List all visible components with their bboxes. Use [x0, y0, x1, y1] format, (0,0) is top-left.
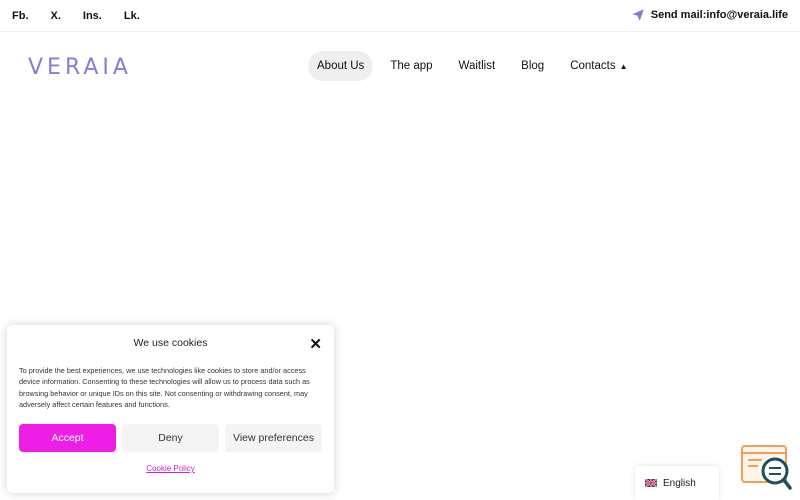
search-widget[interactable] [740, 444, 792, 492]
send-mail-link[interactable]: Send mail:info@veraia.life [631, 8, 788, 22]
language-label: English [663, 477, 696, 489]
deny-button[interactable]: Deny [122, 424, 219, 452]
social-link-x[interactable]: X. [51, 10, 61, 22]
paper-plane-icon [631, 9, 644, 21]
social-link-facebook[interactable]: Fb. [12, 10, 29, 22]
language-switcher[interactable]: English [635, 466, 719, 500]
uk-flag-icon [645, 479, 657, 487]
nav-item-waitlist[interactable]: Waitlist [450, 51, 505, 81]
cookie-buttons: Accept Deny View preferences [19, 424, 322, 452]
main-nav: About Us The app Waitlist Blog Contacts ▲ [308, 51, 645, 81]
cookie-description: To provide the best experiences, we use … [19, 366, 310, 409]
top-bar: Fb. X. Ins. Lk. Send mail:info@veraia.li… [0, 0, 800, 32]
nav-item-the-app[interactable]: The app [381, 51, 441, 81]
cookie-policy-link[interactable]: Cookie Policy [7, 464, 334, 473]
magnifier-document-icon [741, 445, 792, 490]
nav-item-blog[interactable]: Blog [512, 51, 553, 81]
social-link-instagram[interactable]: Ins. [83, 10, 102, 22]
social-links: Fb. X. Ins. Lk. [12, 10, 162, 22]
cookie-title: We use cookies [133, 337, 208, 349]
cookie-consent-dialog: We use cookies ✕ To provide the best exp… [7, 325, 334, 493]
close-icon[interactable]: ✕ [309, 335, 322, 353]
caret-up-icon: ▲ [619, 62, 628, 71]
social-link-linkedin[interactable]: Lk. [124, 10, 140, 22]
site-logo[interactable]: VERAIA [28, 55, 132, 80]
nav-item-contacts-label: Contacts [570, 60, 616, 72]
send-mail-label: Send mail:info@veraia.life [650, 9, 788, 21]
site-header: VERAIA About Us The app Waitlist Blog Co… [0, 40, 800, 96]
view-preferences-button[interactable]: View preferences [225, 424, 322, 452]
accept-button[interactable]: Accept [19, 424, 116, 452]
nav-item-contacts[interactable]: Contacts ▲ [561, 51, 636, 81]
nav-item-about-us[interactable]: About Us [308, 51, 374, 81]
